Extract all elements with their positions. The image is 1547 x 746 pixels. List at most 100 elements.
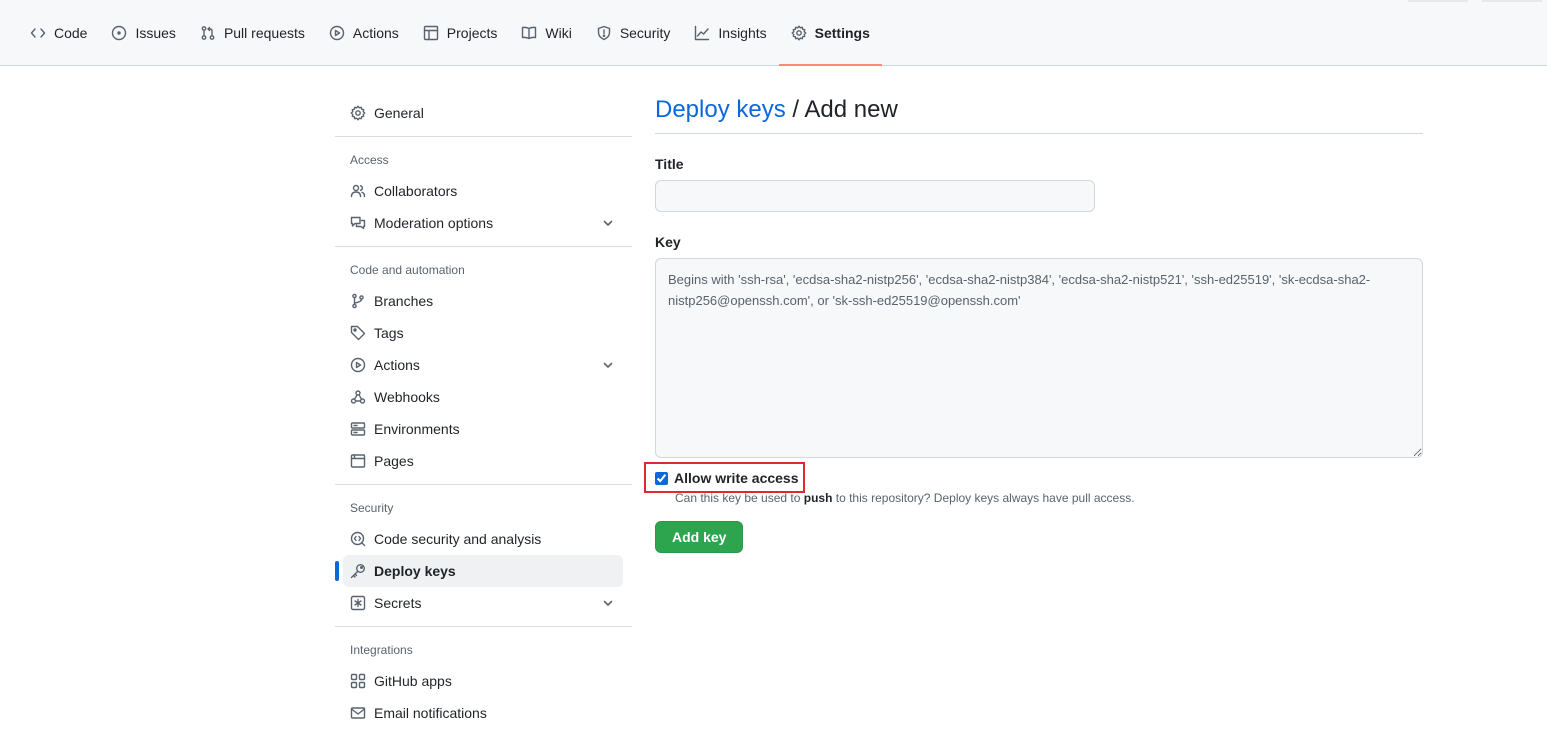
gear-icon — [350, 105, 366, 121]
allow-write-hint: Can this key be used to push to this rep… — [675, 491, 1135, 505]
settings-sidebar: General Access Collaborators Moderation … — [335, 97, 632, 729]
sidebar-item-label: Branches — [374, 293, 434, 309]
sidebar-item-label: Pages — [374, 453, 414, 469]
page-title-suffix: / Add new — [785, 96, 898, 123]
sidebar-item-label: Tags — [374, 325, 404, 341]
tab-label: Issues — [135, 25, 176, 41]
tab-projects[interactable]: Projects — [411, 0, 510, 66]
tab-label: Wiki — [545, 25, 572, 41]
sidebar-item-collaborators[interactable]: Collaborators — [343, 175, 623, 207]
tab-wiki[interactable]: Wiki — [509, 0, 583, 66]
sidebar-item-label: Moderation options — [374, 215, 494, 231]
sidebar-item-general[interactable]: General — [343, 97, 623, 129]
server-icon — [350, 422, 366, 436]
sidebar-heading-integrations: Integrations — [350, 643, 413, 657]
sidebar-item-label: Collaborators — [374, 183, 458, 199]
play-icon — [329, 25, 345, 41]
key-icon — [350, 564, 365, 579]
sidebar-heading-access: Access — [350, 153, 389, 167]
git-branch-icon — [352, 293, 364, 309]
page-title: Deploy keys / Add new — [655, 92, 1423, 134]
add-key-button[interactable]: Add key — [655, 521, 744, 553]
sidebar-item-pages[interactable]: Pages — [343, 445, 623, 477]
toolbar-edge — [1408, 0, 1468, 2]
tab-security[interactable]: Security — [584, 0, 683, 66]
sidebar-heading-security: Security — [350, 501, 394, 515]
tab-label: Insights — [718, 25, 767, 41]
active-indicator — [335, 561, 339, 581]
tab-label: Pull requests — [223, 25, 305, 41]
sidebar-item-label: Webhooks — [374, 389, 440, 405]
sidebar-item-tags[interactable]: Tags — [343, 317, 623, 349]
sidebar-item-branches[interactable]: Branches — [343, 285, 623, 317]
sidebar-item-label: General — [374, 105, 424, 121]
graph-icon — [695, 25, 710, 41]
key-textarea[interactable] — [655, 258, 1423, 458]
toolbar-edge — [1482, 0, 1542, 2]
sidebar-divider — [335, 136, 632, 137]
sidebar-divider — [335, 246, 632, 247]
book-icon — [522, 26, 537, 40]
comment-discussion-icon — [350, 216, 366, 230]
tab-pull-requests[interactable]: Pull requests — [188, 0, 317, 66]
deploy-key-form: Deploy keys / Add new Title Key Allow wr… — [644, 92, 1423, 553]
sidebar-item-moderation[interactable]: Moderation options — [343, 207, 623, 239]
shield-icon — [597, 25, 611, 41]
hint-text: Can this key be used to — [675, 491, 804, 505]
repo-tabs: Code Issues Pull requests Actions Projec… — [18, 0, 883, 66]
pull-request-icon — [201, 26, 215, 40]
sidebar-item-label: Environments — [374, 421, 460, 437]
tab-code[interactable]: Code — [18, 0, 99, 66]
sidebar-item-github-apps[interactable]: GitHub apps — [343, 665, 623, 697]
play-icon — [350, 357, 366, 373]
key-label: Key — [655, 234, 681, 250]
sidebar-item-actions[interactable]: Actions — [343, 349, 623, 381]
tab-label: Actions — [352, 25, 399, 41]
sidebar-item-secrets[interactable]: Secrets — [343, 587, 623, 619]
gear-icon — [791, 25, 807, 41]
sidebar-item-deploy-keys[interactable]: Deploy keys — [335, 555, 623, 587]
tab-actions[interactable]: Actions — [317, 0, 411, 66]
allow-write-checkbox[interactable] — [655, 471, 668, 485]
tag-icon — [350, 325, 366, 341]
browser-icon — [350, 454, 366, 468]
sidebar-divider — [335, 484, 632, 485]
mail-icon — [350, 707, 366, 719]
codescan-icon — [350, 531, 366, 547]
repo-nav-bar: Code Issues Pull requests Actions Projec… — [0, 0, 1547, 66]
sidebar-item-label: GitHub apps — [374, 673, 452, 689]
tab-label: Code — [54, 25, 88, 41]
chevron-down-icon[interactable] — [602, 359, 614, 371]
tab-label: Projects — [446, 25, 498, 41]
hint-text: to this repository? Deploy keys always h… — [832, 491, 1135, 505]
tab-label: Settings — [814, 25, 870, 41]
chevron-down-icon[interactable] — [602, 597, 614, 609]
table-icon — [423, 25, 438, 41]
sidebar-item-code-security[interactable]: Code security and analysis — [343, 523, 623, 555]
sidebar-item-label: Code security and analysis — [374, 531, 542, 547]
tab-settings[interactable]: Settings — [778, 0, 883, 66]
tab-insights[interactable]: Insights — [682, 0, 778, 66]
title-label: Title — [655, 156, 684, 172]
sidebar-item-environments[interactable]: Environments — [343, 413, 623, 445]
sidebar-item-label: Deploy keys — [374, 563, 456, 579]
issue-icon — [112, 25, 127, 41]
sidebar-item-label: Email notifications — [374, 705, 487, 721]
chevron-down-icon[interactable] — [602, 217, 614, 229]
title-input[interactable] — [655, 180, 1095, 212]
tab-issues[interactable]: Issues — [99, 0, 187, 66]
sidebar-item-label: Secrets — [374, 595, 422, 611]
asterisk-icon — [350, 595, 366, 611]
sidebar-item-webhooks[interactable]: Webhooks — [343, 381, 623, 413]
people-icon — [350, 184, 366, 198]
webhook-icon — [350, 390, 366, 404]
sidebar-item-email-notifications[interactable]: Email notifications — [343, 697, 623, 729]
deploy-keys-link[interactable]: Deploy keys — [655, 96, 786, 123]
allow-write-option[interactable]: Allow write access — [655, 470, 799, 486]
sidebar-item-label: Actions — [374, 357, 420, 373]
code-icon — [30, 28, 46, 38]
sidebar-heading-code-automation: Code and automation — [350, 263, 465, 277]
apps-icon — [350, 673, 366, 689]
tab-label: Security — [619, 25, 671, 41]
hint-emphasis: push — [803, 491, 833, 505]
